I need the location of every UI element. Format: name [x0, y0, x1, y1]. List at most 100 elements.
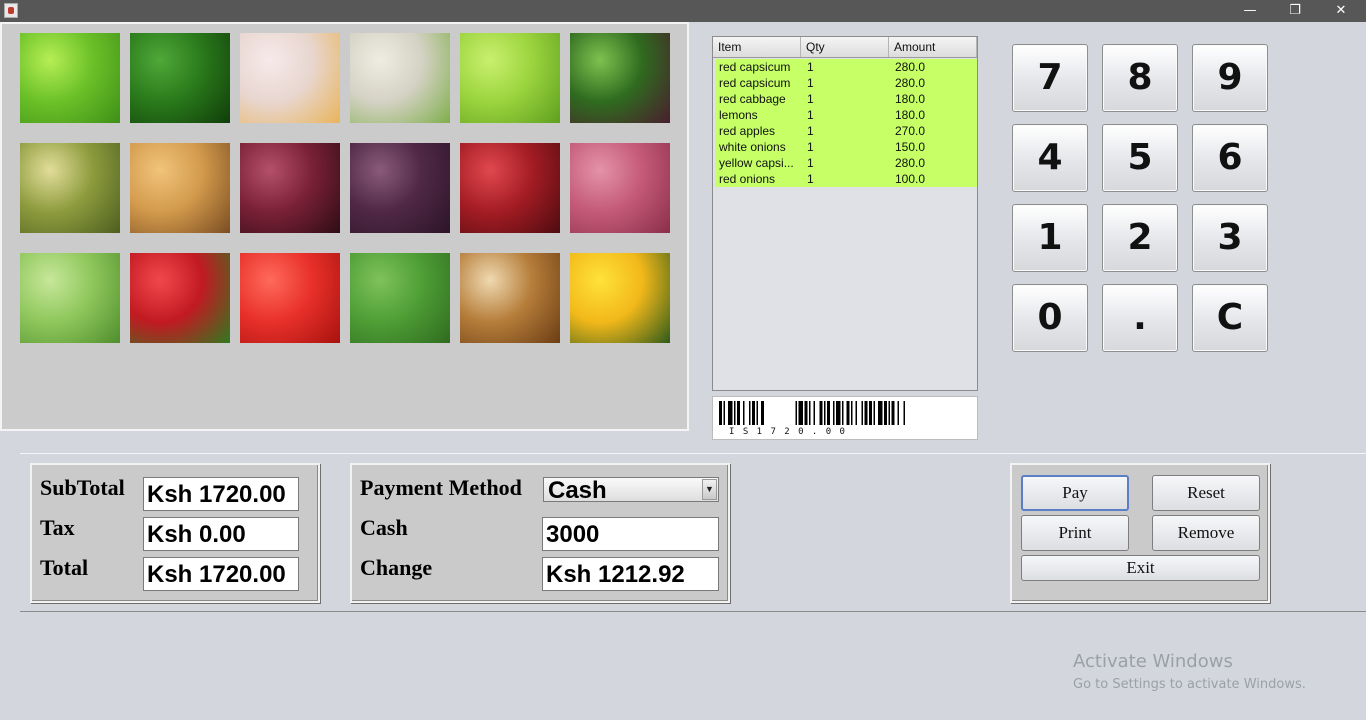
keypad-4-button[interactable]: 4: [1012, 124, 1088, 192]
lemon-icon[interactable]: [240, 33, 340, 123]
barcode-bar: [888, 401, 890, 425]
subtotal-field[interactable]: Ksh 1720.00: [143, 477, 299, 511]
barcode-bar: [884, 401, 887, 425]
table-header: Item Qty Amount: [713, 37, 977, 58]
payment-method-value: Cash: [548, 477, 607, 504]
cell-amount: 180.0: [895, 92, 926, 106]
pineapple-icon[interactable]: [20, 143, 120, 233]
strawberry-icon[interactable]: [130, 253, 230, 343]
table-row[interactable]: red capsicum 1 280.0: [715, 59, 977, 75]
cell-amount: 280.0: [895, 60, 926, 74]
red-cabbage-icon[interactable]: [350, 143, 450, 233]
red-apples-icon[interactable]: [460, 143, 560, 233]
barcode-bar: [723, 401, 725, 425]
table-row[interactable]: yellow capsi... 1 280.0: [715, 155, 977, 171]
barcode-text: IS1720.00: [729, 427, 854, 437]
celery-icon[interactable]: [20, 253, 120, 343]
cell-amount: 100.0: [895, 172, 926, 186]
keypad-7-button[interactable]: 7: [1012, 44, 1088, 112]
barcode-bar: [861, 401, 863, 425]
totals-panel: SubTotal Ksh 1720.00 Tax Ksh 0.00 Total …: [30, 463, 320, 603]
red-apple-icon[interactable]: [240, 143, 340, 233]
table-row[interactable]: red onions 1 100.0: [715, 171, 977, 187]
keypad-9-button[interactable]: 9: [1192, 44, 1268, 112]
actions-panel: Pay Reset Print Remove Exit: [1010, 463, 1270, 603]
tax-label: Tax: [40, 515, 75, 540]
cell-item: white onions: [719, 140, 786, 154]
keypad-8-button[interactable]: 8: [1102, 44, 1178, 112]
print-button[interactable]: Print: [1021, 515, 1129, 551]
barcode-bar: [737, 401, 740, 425]
tax-field[interactable]: Ksh 0.00: [143, 517, 299, 551]
cash-field[interactable]: 3000: [542, 517, 719, 551]
change-label: Change: [360, 555, 433, 580]
keypad-5-button[interactable]: 5: [1102, 124, 1178, 192]
lettuce-icon[interactable]: [570, 33, 670, 123]
barcode-bar: [761, 401, 764, 425]
keypad-0-button[interactable]: 0: [1012, 284, 1088, 352]
onion-icon[interactable]: [460, 253, 560, 343]
cash-label: Cash: [360, 515, 408, 540]
change-field[interactable]: Ksh 1212.92: [542, 557, 719, 591]
restore-button[interactable]: ❐: [1272, 0, 1318, 22]
lemons-green-icon[interactable]: [460, 33, 560, 123]
payment-method-select[interactable]: Cash ▼: [543, 477, 719, 504]
table-row[interactable]: lemons 1 180.0: [715, 107, 977, 123]
barcode-bar: [903, 401, 905, 425]
chevron-down-icon[interactable]: ▼: [702, 479, 717, 500]
cell-amount: 270.0: [895, 124, 926, 138]
yellow-pepper-icon[interactable]: [570, 253, 670, 343]
keypad-clear-button[interactable]: C: [1192, 284, 1268, 352]
cell-qty: 1: [807, 60, 814, 74]
divider-line: [20, 611, 1366, 612]
column-header-qty[interactable]: Qty: [801, 37, 889, 57]
table-row[interactable]: red cabbage 1 180.0: [715, 91, 977, 107]
payment-method-label: Payment Method: [360, 475, 522, 500]
keypad-1-button[interactable]: 1: [1012, 204, 1088, 272]
barcode-bar: [878, 401, 883, 425]
barcode-bar: [804, 401, 808, 425]
column-header-item[interactable]: Item: [713, 37, 801, 57]
pay-button[interactable]: Pay: [1021, 475, 1129, 511]
tomato-icon[interactable]: [240, 253, 340, 343]
table-row[interactable]: red capsicum 1 280.0: [715, 75, 977, 91]
reset-button[interactable]: Reset: [1152, 475, 1260, 511]
payment-panel: Payment Method Cash ▼ Cash 3000 Change K…: [350, 463, 730, 603]
lime-icon[interactable]: [20, 33, 120, 123]
keypad-decimal-button[interactable]: .: [1102, 284, 1178, 352]
exit-button[interactable]: Exit: [1021, 555, 1260, 581]
java-app-icon: [4, 3, 18, 18]
title-bar: — ❐ ✕: [0, 0, 1366, 22]
barcode-bar: [833, 401, 835, 425]
barcode-bar: [809, 401, 811, 425]
keypad-3-button[interactable]: 3: [1192, 204, 1268, 272]
barcode-bar: [752, 401, 755, 425]
green-pepper-icon[interactable]: [130, 33, 230, 123]
table-row[interactable]: red apples 1 270.0: [715, 123, 977, 139]
white-onion-icon[interactable]: [350, 33, 450, 123]
barcode-bar: [836, 401, 841, 425]
cell-item: red cabbage: [719, 92, 786, 106]
red-onion-icon[interactable]: [570, 143, 670, 233]
cabbage-leaf-icon[interactable]: [350, 253, 450, 343]
minimize-button[interactable]: —: [1227, 0, 1273, 22]
keypad-2-button[interactable]: 2: [1102, 204, 1178, 272]
barcode-bar: [819, 401, 823, 425]
barcode-bar: [864, 401, 868, 425]
cart-table[interactable]: Item Qty Amount red capsicum 1 280.0 red ca…: [712, 36, 978, 391]
cell-item: red apples: [719, 124, 776, 138]
activate-windows-watermark: Activate Windows: [1073, 651, 1233, 672]
table-body: red capsicum 1 280.0 red capsicum 1 280.0 red …: [715, 59, 977, 187]
potato-icon[interactable]: [130, 143, 230, 233]
table-row[interactable]: white onions 1 150.0: [715, 139, 977, 155]
barcode-bar: [813, 401, 815, 425]
remove-button[interactable]: Remove: [1152, 515, 1260, 551]
barcode-bar: [756, 401, 758, 425]
close-button[interactable]: ✕: [1318, 0, 1364, 22]
cell-qty: 1: [807, 172, 814, 186]
cell-item: yellow capsi...: [719, 156, 794, 170]
column-header-amount[interactable]: Amount: [889, 37, 977, 57]
keypad-6-button[interactable]: 6: [1192, 124, 1268, 192]
cell-qty: 1: [807, 92, 814, 106]
total-field[interactable]: Ksh 1720.00: [143, 557, 299, 591]
